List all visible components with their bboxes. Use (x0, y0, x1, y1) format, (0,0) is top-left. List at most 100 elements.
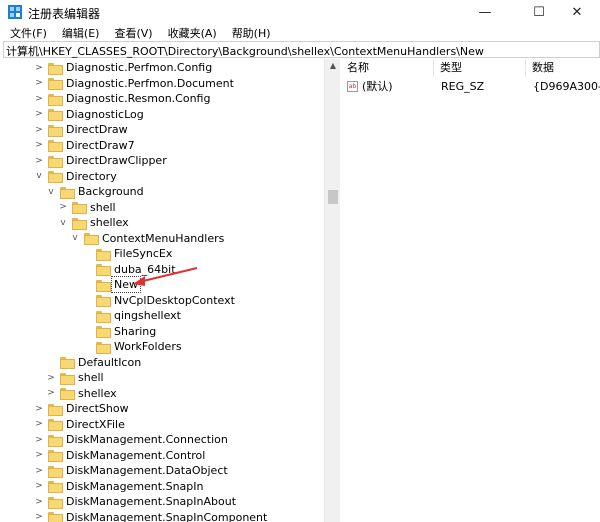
tree-item[interactable]: v shellex (58, 215, 129, 230)
menu-favorites[interactable]: 收藏夹(A) (158, 25, 222, 41)
window-title: 注册表编辑器 (28, 7, 101, 21)
tree-item-label: DirectShow (66, 402, 129, 415)
folder-icon (96, 310, 111, 323)
chevron-right-icon[interactable]: > (34, 435, 44, 445)
chevron-right-icon[interactable]: > (34, 78, 44, 88)
tree-item-label: Diagnostic.Perfmon.Config (66, 61, 213, 74)
tree-scrollbar[interactable]: ▲ (324, 59, 340, 522)
chevron-right-icon[interactable]: > (34, 109, 44, 119)
chevron-right-icon[interactable]: > (58, 202, 68, 212)
tree-item-label: shell (90, 200, 116, 214)
address-bar[interactable]: 计算机\HKEY_CLASSES_ROOT\Directory\Backgrou… (3, 41, 600, 58)
close-button[interactable]: ✕ (554, 0, 600, 24)
chevron-right-icon[interactable]: > (34, 125, 44, 135)
menu-help[interactable]: 帮助(H) (222, 25, 276, 41)
chevron-down-icon[interactable]: v (34, 171, 44, 181)
folder-icon (48, 465, 63, 478)
folder-icon (48, 109, 63, 121)
chevron-down-icon[interactable]: v (46, 187, 56, 197)
tree-item[interactable]: > shell (58, 200, 116, 215)
tree-item[interactable]: > DirectDraw7 (34, 138, 135, 153)
tree-item[interactable]: > Diagnostic.Perfmon.Config (34, 60, 212, 75)
tree-item[interactable]: > DiskManagement.SnapInComponent (34, 510, 267, 522)
chevron-right-icon[interactable]: > (46, 373, 56, 383)
tree-item-label: Diagnostic.Resmon.Config (66, 92, 211, 105)
chevron-right-icon[interactable]: > (34, 156, 44, 166)
column-header-data[interactable]: 数据 (526, 59, 600, 77)
tree-item[interactable]: qingshellext (82, 308, 181, 323)
scroll-thumb[interactable] (328, 190, 338, 204)
tree-item[interactable]: Sharing (82, 324, 156, 339)
chevron-right-icon[interactable]: > (34, 450, 44, 460)
folder-icon (60, 372, 75, 385)
folder-icon (48, 419, 63, 431)
close-icon: ✕ (571, 4, 583, 20)
tree-item[interactable]: > DirectDraw (34, 122, 128, 137)
menu-file[interactable]: 文件(F) (0, 25, 52, 41)
tree-item-label: DirectXFile (66, 417, 125, 431)
tree-item[interactable]: v Background (46, 184, 144, 199)
tree-item[interactable]: WorkFolders (82, 339, 182, 354)
tree-item[interactable]: v ContextMenuHandlers (70, 231, 224, 246)
column-header-type[interactable]: 类型 (434, 59, 526, 77)
chevron-right-icon[interactable]: > (46, 388, 56, 398)
tree-item[interactable]: > DiskManagement.Control (34, 448, 205, 463)
chevron-right-icon[interactable]: > (34, 419, 44, 429)
tree-item[interactable]: > Diagnostic.Resmon.Config (34, 91, 210, 106)
tree-item[interactable]: > shell (46, 370, 104, 385)
value-row[interactable]: ab (默认) REG_SZ {D969A300-E (341, 79, 600, 94)
tree-item[interactable]: v Directory (34, 169, 117, 184)
tree-item-label: shellex (90, 216, 129, 229)
tree-item[interactable]: > DirectDrawClipper (34, 153, 167, 168)
tree-item[interactable]: > Diagnostic.Perfmon.Document (34, 76, 234, 91)
chevron-right-icon[interactable]: > (34, 404, 44, 414)
tree-item-label: DiskManagement.SnapInAbout (66, 495, 237, 508)
tree-item[interactable]: > DiskManagement.DataObject (34, 463, 228, 478)
chevron-right-icon[interactable]: > (34, 481, 44, 491)
tree-item[interactable]: DefaultIcon (46, 355, 141, 370)
tree-item-label: DefaultIcon (78, 355, 142, 369)
chevron-right-icon[interactable]: > (34, 140, 44, 150)
tree-item[interactable]: > DirectShow (34, 401, 129, 416)
column-header-name[interactable]: 名称 (341, 59, 434, 77)
tree-item[interactable]: FileSyncEx (82, 246, 172, 261)
tree-item[interactable]: > DirectXFile (34, 417, 125, 432)
minimize-button[interactable]: — (462, 0, 508, 24)
tree-item-label: Diagnostic.Perfmon.Document (66, 76, 234, 90)
chevron-right-icon[interactable]: > (34, 63, 44, 73)
chevron-right-icon[interactable]: > (34, 94, 44, 104)
folder-icon (96, 341, 111, 354)
tree-item[interactable]: > shellex (46, 386, 117, 401)
chevron-down-icon[interactable]: v (70, 233, 80, 243)
tree-item[interactable]: > DiagnosticLog (34, 107, 144, 122)
chevron-down-icon[interactable]: v (58, 218, 68, 228)
maximize-icon: ☐ (533, 4, 545, 20)
tree-item[interactable]: > DiskManagement.SnapIn (34, 479, 203, 494)
scroll-up-icon[interactable]: ▲ (325, 61, 341, 73)
title-bar: 注册表编辑器 — ☐ ✕ (0, 0, 600, 24)
minimize-icon: — (478, 4, 492, 20)
tree-item-label: Sharing (114, 324, 157, 338)
tree-item[interactable]: > DiskManagement.Connection (34, 432, 228, 447)
address-path: 计算机\HKEY_CLASSES_ROOT\Directory\Backgrou… (6, 45, 484, 58)
chevron-right-icon[interactable]: > (34, 466, 44, 476)
tree-item-label: Directory (66, 169, 117, 183)
chevron-right-icon[interactable]: > (34, 497, 44, 507)
menu-view[interactable]: 查看(V) (104, 25, 157, 41)
tree-item-label: DirectDraw (66, 123, 128, 136)
tree-item-label: DirectDrawClipper (66, 154, 167, 167)
tree-item[interactable]: > DiskManagement.SnapInAbout (34, 494, 236, 509)
menu-edit[interactable]: 编辑(E) (52, 25, 105, 41)
folder-icon (48, 496, 63, 509)
tree-item[interactable]: NvCplDesktopContext (82, 293, 235, 308)
tree-item-label: DiskManagement.SnapInComponent (66, 510, 268, 522)
chevron-right-icon[interactable]: > (34, 512, 44, 522)
annotation-arrow-icon (133, 267, 198, 286)
value-data: {D969A300-E (533, 80, 600, 93)
